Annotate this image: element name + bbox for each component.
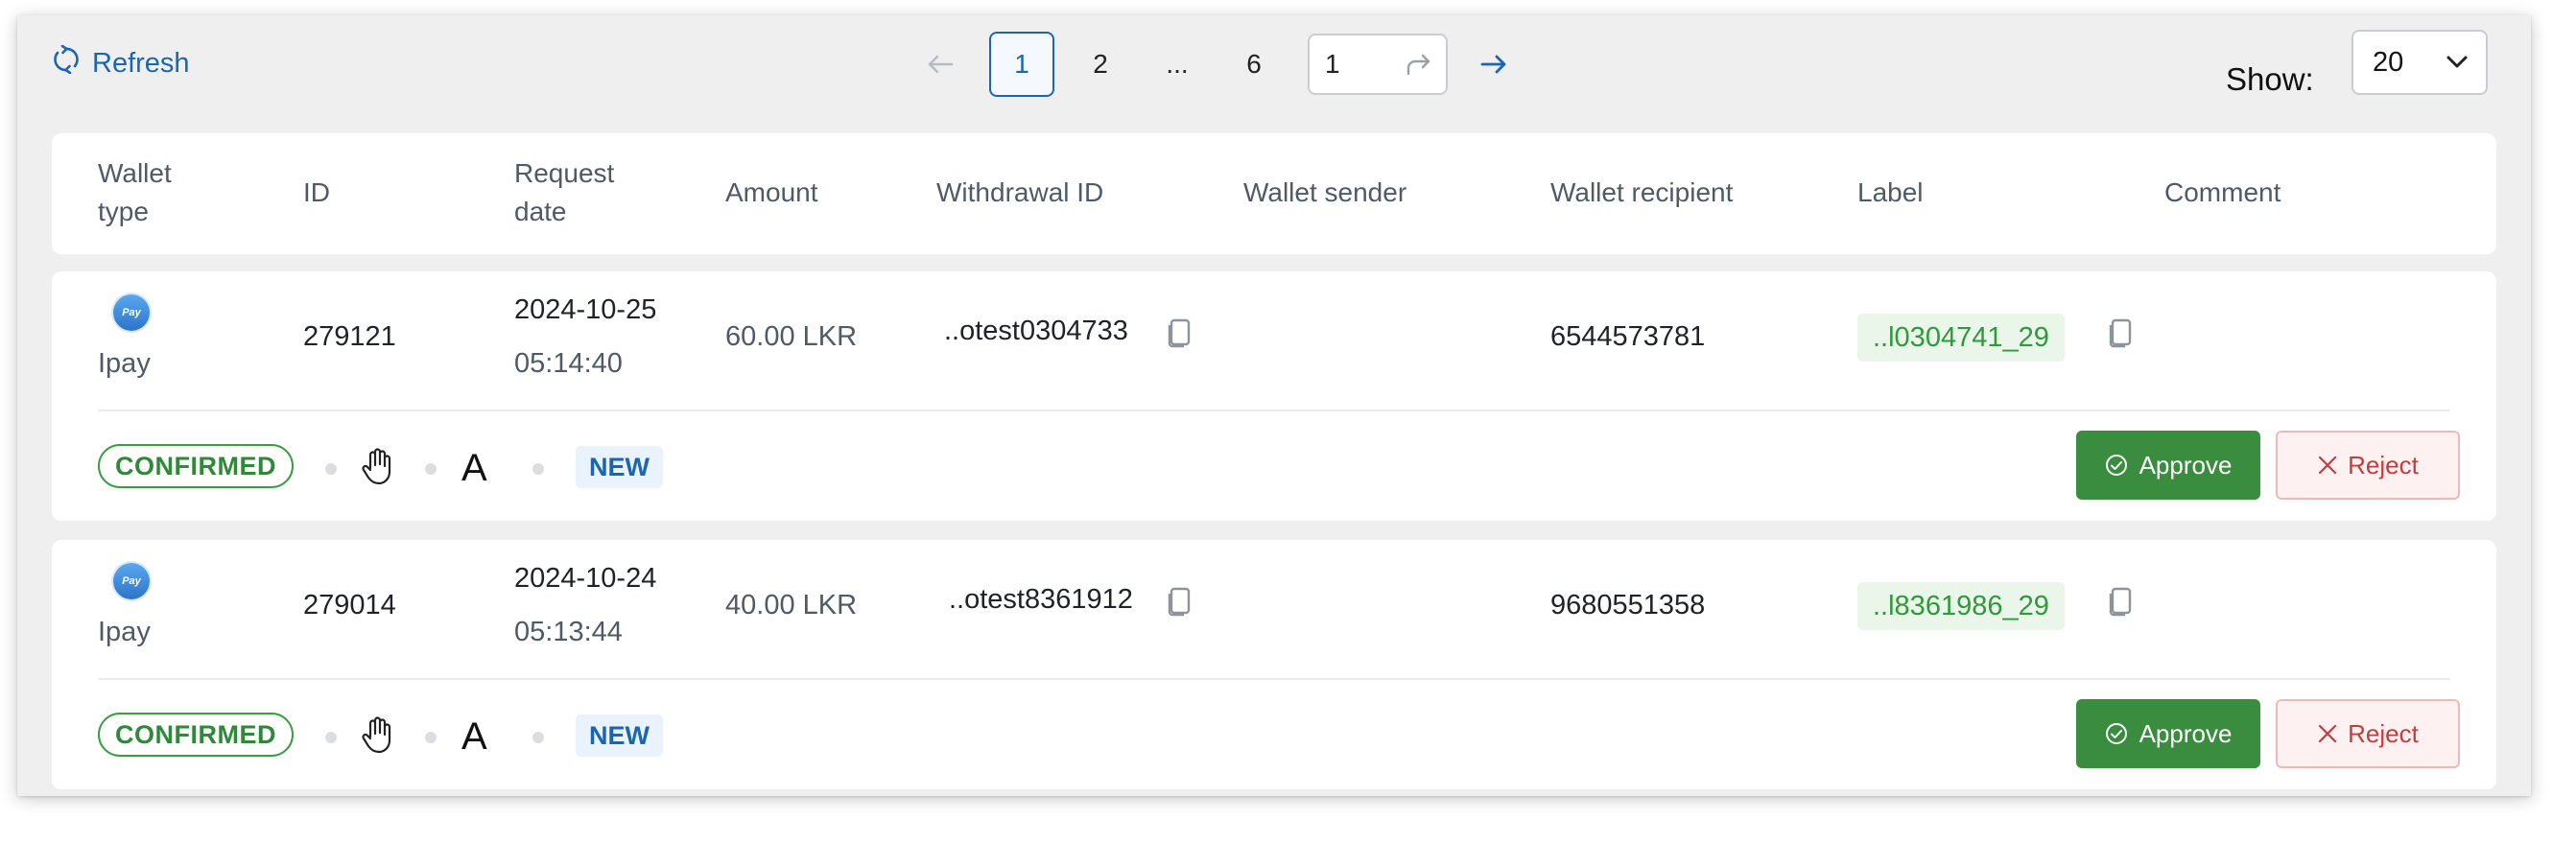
page-ellipsis: ... <box>1166 49 1189 79</box>
show-label: Show: <box>2226 61 2314 97</box>
row-id: 279121 <box>303 321 396 352</box>
label-chip: ..l0304741_29 <box>1857 314 2065 362</box>
row-divider <box>98 678 2450 680</box>
withdrawal-id: ..otest0304733 <box>944 316 1128 346</box>
approve-button[interactable]: Approve <box>2076 431 2260 500</box>
copy-icon[interactable] <box>2108 586 2133 621</box>
hand-icon <box>361 447 393 490</box>
redo-icon[interactable] <box>1406 53 1432 76</box>
amount: 60.00 LKR <box>725 321 858 352</box>
wallet-type: Ipay <box>98 617 151 647</box>
col-amount: Amount <box>725 177 818 207</box>
approve-label: Approve <box>2139 450 2233 480</box>
copy-icon[interactable] <box>2108 317 2133 353</box>
col-id: ID <box>303 177 330 207</box>
goto-page-box <box>1308 34 1448 95</box>
refresh-label: Refresh <box>92 47 190 79</box>
approve-label: Approve <box>2139 718 2233 748</box>
status-badge: CONFIRMED <box>98 713 294 757</box>
check-circle-icon <box>2105 723 2127 744</box>
separator-dot <box>325 463 337 475</box>
wallet-recipient: 6544573781 <box>1550 321 1706 352</box>
row-id: 279014 <box>303 590 396 621</box>
copy-icon[interactable] <box>1167 586 1192 621</box>
page-2-button[interactable]: 2 <box>1068 32 1133 97</box>
page-6-button[interactable]: 6 <box>1221 32 1287 97</box>
approve-button[interactable]: Approve <box>2076 699 2260 768</box>
reject-label: Reject <box>2348 450 2419 480</box>
request-date: 2024-10-25 <box>514 294 657 325</box>
table-row: Pay Ipay 279121 2024-10-25 05:14:40 60.0… <box>52 271 2496 521</box>
page-1-button[interactable]: 1 <box>989 32 1054 97</box>
withdrawal-id: ..otest8361912 <box>949 584 1133 615</box>
next-page-button[interactable] <box>1452 33 1536 96</box>
close-icon <box>2319 724 2337 743</box>
copy-icon[interactable] <box>1167 317 1192 353</box>
check-circle-icon <box>2105 455 2127 476</box>
col-wallet-sender: Wallet sender <box>1243 177 1407 207</box>
separator-dot <box>532 732 544 743</box>
col-label: Label <box>1857 177 1924 207</box>
state-badge: NEW <box>576 446 663 488</box>
page-size-value: 20 <box>2373 46 2404 78</box>
separator-dot <box>532 463 544 475</box>
reject-button[interactable]: Reject <box>2276 431 2460 500</box>
reject-button[interactable]: Reject <box>2276 699 2460 768</box>
col-wallet-recipient: Wallet recipient <box>1550 177 1734 207</box>
wallet-type: Ipay <box>98 348 151 379</box>
arrow-left-icon <box>928 55 954 74</box>
chevron-down-icon <box>2446 56 2468 68</box>
hand-icon <box>361 715 393 759</box>
request-time: 05:14:40 <box>514 348 623 379</box>
arrow-right-icon <box>1480 55 1506 74</box>
pagination: 1 2 ... 6 <box>898 32 1536 97</box>
col-wallet-type: Wallet type <box>98 158 172 226</box>
wallet-recipient: 9680551358 <box>1550 590 1706 621</box>
refresh-icon <box>54 44 79 82</box>
page-size-select[interactable]: 20 <box>2351 30 2488 95</box>
separator-dot <box>325 732 337 743</box>
goto-page-input[interactable] <box>1325 49 1392 80</box>
separator-dot <box>425 732 437 743</box>
status-badge: CONFIRMED <box>98 444 294 488</box>
row-divider <box>98 410 2450 411</box>
table-header: Wallet type ID Request date Amount Withd… <box>52 133 2496 254</box>
close-icon <box>2319 456 2337 475</box>
label-chip: ..l8361986_29 <box>1857 582 2065 630</box>
reject-label: Reject <box>2348 718 2419 748</box>
state-badge: NEW <box>576 714 663 757</box>
request-time: 05:13:44 <box>514 617 623 647</box>
type-letter: A <box>461 715 487 758</box>
separator-dot <box>425 463 437 475</box>
prev-page-button[interactable] <box>898 33 982 96</box>
col-request-date: Request date <box>514 158 615 226</box>
request-date: 2024-10-24 <box>514 563 657 594</box>
amount: 40.00 LKR <box>725 590 858 621</box>
col-withdrawal-id: Withdrawal ID <box>936 177 1104 207</box>
col-comment: Comment <box>2164 177 2281 207</box>
type-letter: A <box>461 447 487 489</box>
ipay-logo-icon: Pay <box>113 294 150 331</box>
table-row: Pay Ipay 279014 2024-10-24 05:13:44 40.0… <box>52 540 2496 789</box>
withdrawals-panel: Refresh 1 2 ... 6 Show: 20 <box>17 15 2531 796</box>
ipay-logo-icon: Pay <box>113 563 150 599</box>
refresh-button[interactable]: Refresh <box>54 44 190 82</box>
